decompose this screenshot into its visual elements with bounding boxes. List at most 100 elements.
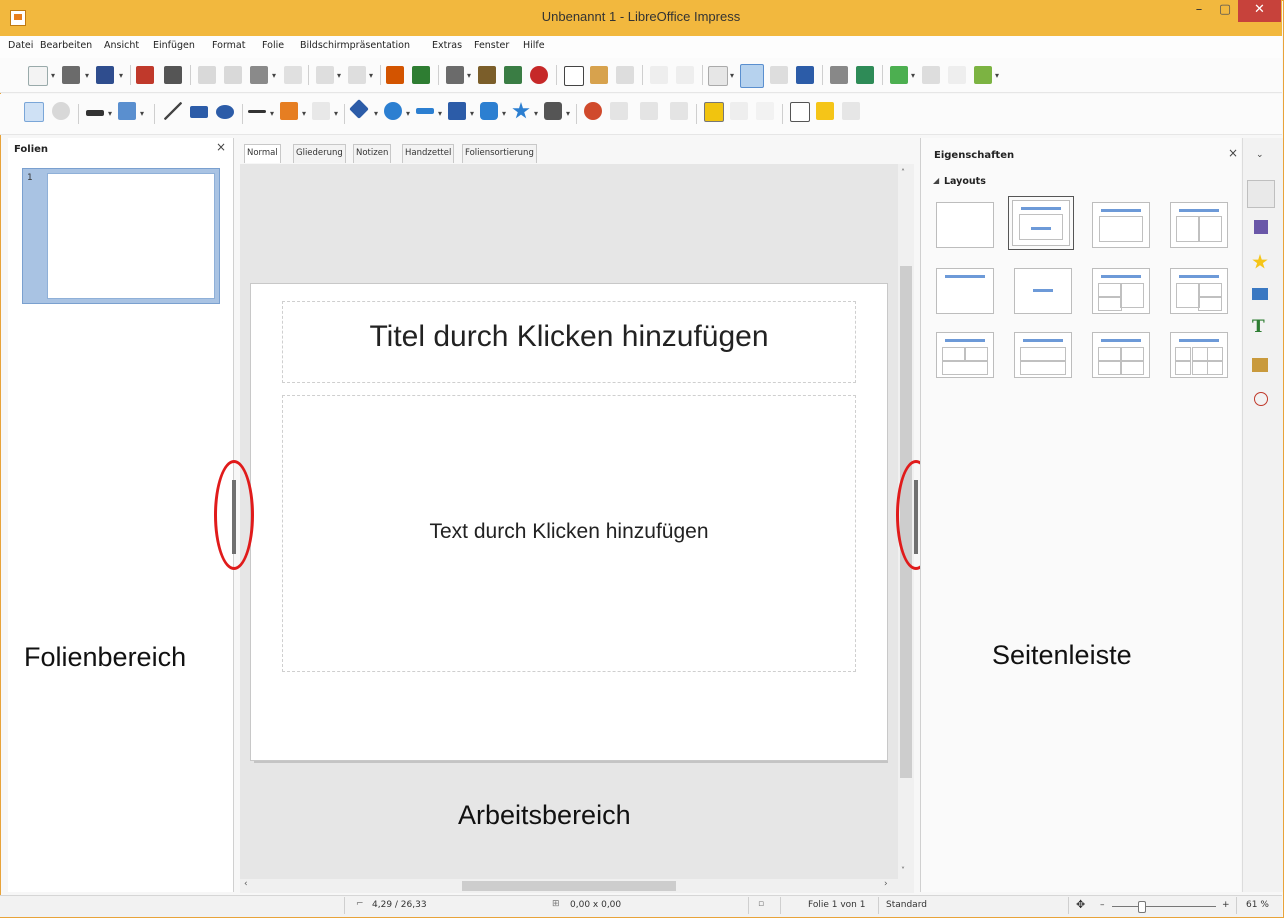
- extrusion-icon[interactable]: [842, 102, 860, 120]
- minimize-button[interactable]: –: [1186, 0, 1212, 22]
- print-icon[interactable]: [164, 66, 182, 84]
- tab-notizen[interactable]: Notizen: [353, 144, 392, 163]
- dropdown-arrow-icon[interactable]: ▾: [911, 71, 915, 80]
- callouts-icon[interactable]: [480, 102, 498, 120]
- layout-title-content-over-content[interactable]: [1014, 332, 1072, 378]
- zoom-icon[interactable]: [52, 102, 70, 120]
- dropdown-arrow-icon[interactable]: ▾: [108, 109, 112, 118]
- content-placeholder[interactable]: Text durch Klicken hinzufügen: [282, 520, 856, 544]
- master-slides-deck-icon[interactable]: [1252, 288, 1268, 300]
- 3d-objects-icon[interactable]: [544, 102, 562, 120]
- spelling-icon[interactable]: [412, 66, 430, 84]
- dropdown-arrow-icon[interactable]: ▾: [406, 109, 410, 118]
- layout-title-two-content[interactable]: [1170, 202, 1228, 248]
- master-slide-icon[interactable]: [740, 64, 764, 88]
- save-icon[interactable]: [96, 66, 114, 84]
- document-modified-icon[interactable]: ▫: [758, 899, 764, 909]
- dropdown-arrow-icon[interactable]: ▾: [337, 71, 341, 80]
- slide-transition-deck-icon[interactable]: [1254, 220, 1268, 234]
- fill-color-icon[interactable]: [118, 102, 136, 120]
- zoom-slider[interactable]: [1112, 906, 1216, 907]
- open-icon[interactable]: [62, 66, 80, 84]
- glue-points-icon[interactable]: [816, 102, 834, 120]
- styles-deck-icon[interactable]: T: [1252, 318, 1268, 336]
- tab-gliederung[interactable]: Gliederung: [293, 144, 346, 163]
- menu-extras[interactable]: Extras: [432, 40, 462, 51]
- slide-thumbnail[interactable]: [47, 173, 215, 299]
- layout-title-4content[interactable]: [1092, 332, 1150, 378]
- hyperlink-icon[interactable]: [616, 66, 634, 84]
- start-presentation-icon[interactable]: [830, 66, 848, 84]
- align-icon[interactable]: [610, 102, 628, 120]
- handout-view-icon[interactable]: [796, 66, 814, 84]
- menu-format[interactable]: Format: [212, 40, 245, 51]
- zoom-in-button[interactable]: +: [1222, 900, 1230, 910]
- layout-title-2content-content[interactable]: [1092, 268, 1150, 314]
- close-icon[interactable]: ×: [1228, 146, 1238, 160]
- line-tool-icon[interactable]: [164, 102, 182, 120]
- crop-icon[interactable]: [730, 102, 748, 120]
- dropdown-arrow-icon[interactable]: ▾: [85, 71, 89, 80]
- helplines-icon[interactable]: [676, 66, 694, 84]
- fontwork-icon[interactable]: [590, 66, 608, 84]
- menu-folie[interactable]: Folie: [262, 40, 284, 51]
- menu-bildschirmpraesentation[interactable]: Bildschirmpräsentation: [300, 40, 410, 51]
- layout-title-content-2[interactable]: [1092, 202, 1150, 248]
- chart-icon[interactable]: [530, 66, 548, 84]
- dropdown-arrow-icon[interactable]: ▾: [140, 109, 144, 118]
- zoom-slider-knob[interactable]: [1138, 901, 1146, 913]
- new-slide-icon[interactable]: [890, 66, 908, 84]
- scroll-up-icon[interactable]: ˄: [901, 168, 905, 177]
- table-icon[interactable]: [446, 66, 464, 84]
- delete-slide-icon[interactable]: [948, 66, 966, 84]
- horizontal-scrollbar-thumb[interactable]: [462, 881, 676, 891]
- block-arrows-icon[interactable]: [416, 108, 434, 114]
- master-slide-name[interactable]: Standard: [886, 900, 927, 910]
- close-window-button[interactable]: ✕: [1238, 0, 1281, 22]
- slide-layout-icon[interactable]: [974, 66, 992, 84]
- dropdown-arrow-icon[interactable]: ▾: [119, 71, 123, 80]
- dropdown-arrow-icon[interactable]: ▾: [369, 71, 373, 80]
- rectangle-tool-icon[interactable]: [190, 106, 208, 118]
- dropdown-arrow-icon[interactable]: ▾: [438, 109, 442, 118]
- stars-icon[interactable]: [512, 102, 530, 119]
- start-current-slide-icon[interactable]: [856, 66, 874, 84]
- undo-icon[interactable]: [316, 66, 334, 84]
- gallery-deck-icon[interactable]: [1252, 358, 1268, 372]
- export-pdf-icon[interactable]: [136, 66, 154, 84]
- dropdown-arrow-icon[interactable]: ▾: [334, 109, 338, 118]
- menu-hilfe[interactable]: Hilfe: [523, 40, 545, 51]
- select-arrow-icon[interactable]: [24, 102, 44, 122]
- layouts-section-title[interactable]: Layouts: [944, 176, 986, 187]
- dropdown-arrow-icon[interactable]: ▾: [270, 109, 274, 118]
- layout-title-2content-over-content[interactable]: [936, 332, 994, 378]
- layout-blank[interactable]: [936, 202, 994, 248]
- scroll-right-icon[interactable]: ›: [884, 879, 888, 889]
- menu-ansicht[interactable]: Ansicht: [104, 40, 139, 51]
- layout-title-content[interactable]: [1008, 196, 1074, 250]
- dropdown-arrow-icon[interactable]: ▾: [730, 71, 734, 80]
- display-views-icon[interactable]: [708, 66, 728, 86]
- dropdown-arrow-icon[interactable]: ▾: [374, 109, 378, 118]
- menu-fenster[interactable]: Fenster: [474, 40, 509, 51]
- arrow-line-icon[interactable]: [248, 110, 266, 113]
- copy-icon[interactable]: [224, 66, 242, 84]
- find-replace-icon[interactable]: [386, 66, 404, 84]
- fit-slide-icon[interactable]: ✥: [1076, 898, 1085, 911]
- cut-icon[interactable]: [198, 66, 216, 84]
- image-icon[interactable]: [478, 66, 496, 84]
- dropdown-arrow-icon[interactable]: ▾: [995, 71, 999, 80]
- maximize-button[interactable]: ▢: [1212, 0, 1238, 22]
- dropdown-arrow-icon[interactable]: ▾: [302, 109, 306, 118]
- menu-bearbeiten[interactable]: Bearbeiten: [40, 40, 92, 51]
- dropdown-arrow-icon[interactable]: ▾: [566, 109, 570, 118]
- media-icon[interactable]: [504, 66, 522, 84]
- points-icon[interactable]: [790, 102, 810, 122]
- shadow-icon[interactable]: [704, 102, 724, 122]
- tab-foliensortierung[interactable]: Foliensortierung: [462, 144, 537, 163]
- filter-icon[interactable]: [756, 102, 774, 120]
- collapse-triangle-icon[interactable]: ◢: [933, 176, 939, 185]
- zoom-percentage[interactable]: 61 %: [1246, 900, 1269, 910]
- slide-thumbnail-row[interactable]: 1: [22, 168, 220, 304]
- menu-datei[interactable]: Datei: [8, 40, 33, 51]
